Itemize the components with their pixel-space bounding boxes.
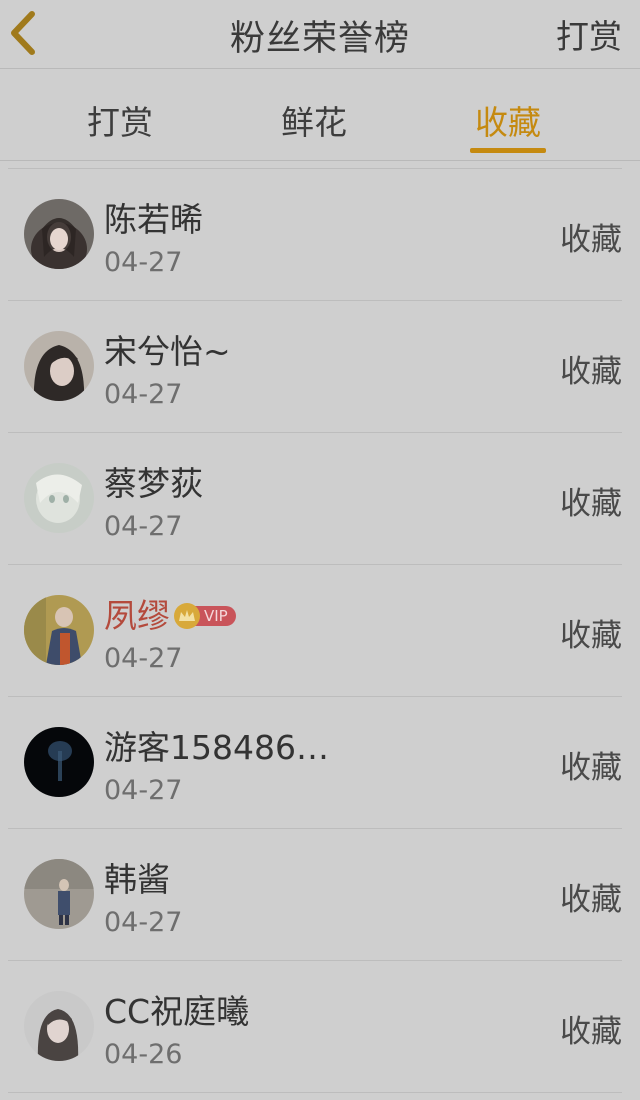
fan-name-text: 夙缪 — [104, 596, 170, 635]
fan-action: 收藏 — [560, 486, 622, 522]
fan-name: 陈若晞 — [104, 200, 203, 239]
tip-button[interactable]: 打赏 — [556, 10, 622, 58]
fan-action: 收藏 — [560, 618, 622, 654]
fan-date: 04-27 — [104, 247, 183, 278]
fan-name: CC祝庭曦 — [104, 992, 250, 1031]
list-item[interactable]: CC祝庭曦 04-26 收藏 — [8, 961, 622, 1093]
avatar — [24, 199, 94, 269]
fan-date: 04-27 — [104, 907, 183, 938]
avatar — [24, 859, 94, 929]
tab-bar: 打赏 鲜花 收藏 — [0, 68, 640, 161]
fan-honor-page: 粉丝荣誉榜 打赏 打赏 鲜花 收藏 陈若晞 04-27 收藏 宋兮怡~ 04-2… — [0, 0, 640, 1100]
list-item[interactable]: 韩酱 04-27 收藏 — [8, 829, 622, 961]
list-item[interactable]: 夙缪 VIP 04-27 收藏 — [8, 565, 622, 697]
crown-icon — [174, 602, 200, 629]
fan-date: 04-26 — [104, 1039, 183, 1070]
avatar — [24, 727, 94, 797]
fan-name: 蔡梦荻 — [104, 464, 203, 503]
active-tab-indicator — [470, 148, 546, 153]
fan-name: 宋兮怡~ — [104, 332, 231, 371]
fan-name: 韩酱 — [104, 860, 170, 899]
fan-date: 04-27 — [104, 511, 183, 542]
avatar — [24, 595, 94, 665]
fan-action: 收藏 — [560, 750, 622, 786]
list-item[interactable]: 陈若晞 04-27 收藏 — [8, 169, 622, 301]
vip-badge: VIP — [194, 605, 236, 626]
fan-name: 夙缪 VIP — [104, 589, 236, 637]
fan-action: 收藏 — [560, 882, 622, 918]
fan-date: 04-27 — [104, 643, 183, 674]
vip-badge-group: VIP — [174, 594, 236, 633]
fan-name: 游客158486… — [104, 728, 329, 767]
tab-flowers[interactable]: 鲜花 — [254, 96, 374, 144]
list-item[interactable]: 蔡梦荻 04-27 收藏 — [8, 433, 622, 565]
avatar — [24, 331, 94, 401]
tab-favorites[interactable]: 收藏 — [448, 96, 568, 144]
fan-date: 04-27 — [104, 775, 183, 806]
avatar — [24, 463, 94, 533]
list-item[interactable]: 游客158486… 04-27 收藏 — [8, 697, 622, 829]
tab-tips[interactable]: 打赏 — [60, 96, 180, 144]
header-bar: 粉丝荣誉榜 打赏 — [0, 0, 640, 69]
avatar — [24, 991, 94, 1061]
list-item[interactable]: 宋兮怡~ 04-27 收藏 — [8, 301, 622, 433]
fan-action: 收藏 — [560, 222, 622, 258]
fan-date: 04-27 — [104, 379, 183, 410]
fan-action: 收藏 — [560, 1014, 622, 1050]
page-title: 粉丝荣誉榜 — [229, 19, 410, 59]
fan-action: 收藏 — [560, 354, 622, 390]
fan-list: 陈若晞 04-27 收藏 宋兮怡~ 04-27 收藏 蔡梦荻 04-27 收藏 … — [0, 169, 640, 1093]
